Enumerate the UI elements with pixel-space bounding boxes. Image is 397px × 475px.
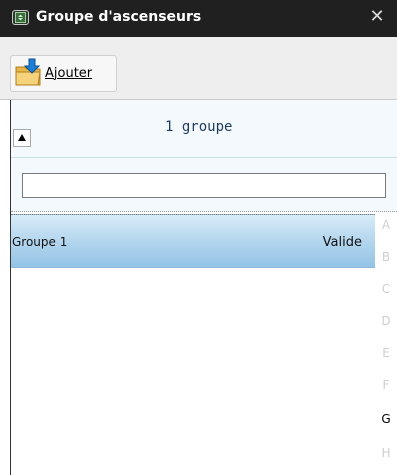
search-input[interactable] [22,173,386,198]
group-count: 1 groupe [165,119,233,135]
alpha-letter-d[interactable]: D [375,314,397,328]
elevator-group-icon [12,10,29,25]
toolbar: Ajouter [0,37,397,100]
alpha-letter-a[interactable]: A [375,218,397,232]
group-list-panel: 1 groupe Groupe 1 Valide A B C D E F G H [10,100,397,475]
collapse-button[interactable] [13,129,31,147]
alpha-letter-h[interactable]: H [375,446,397,460]
alpha-letter-c[interactable]: C [375,282,397,296]
add-button-label: Ajouter [45,66,93,81]
alphabet-index: A B C D E F G H [375,214,397,475]
folder-add-icon [15,58,41,86]
group-list-header: 1 groupe [11,100,397,158]
alpha-letter-f[interactable]: F [375,378,397,392]
search-area [11,158,397,212]
alpha-letter-e[interactable]: E [375,346,397,360]
group-name: Groupe 1 [12,235,68,249]
status-label: Valide [322,235,362,250]
list-item[interactable]: Groupe 1 Valide [11,214,375,268]
alpha-letter-g[interactable]: G [375,412,397,426]
window-title: Groupe d'ascenseurs [36,9,202,25]
add-button[interactable]: Ajouter [10,55,117,92]
title-bar: Groupe d'ascenseurs ✕ [0,0,397,37]
close-icon[interactable]: ✕ [367,5,387,29]
alpha-letter-b[interactable]: B [375,250,397,264]
